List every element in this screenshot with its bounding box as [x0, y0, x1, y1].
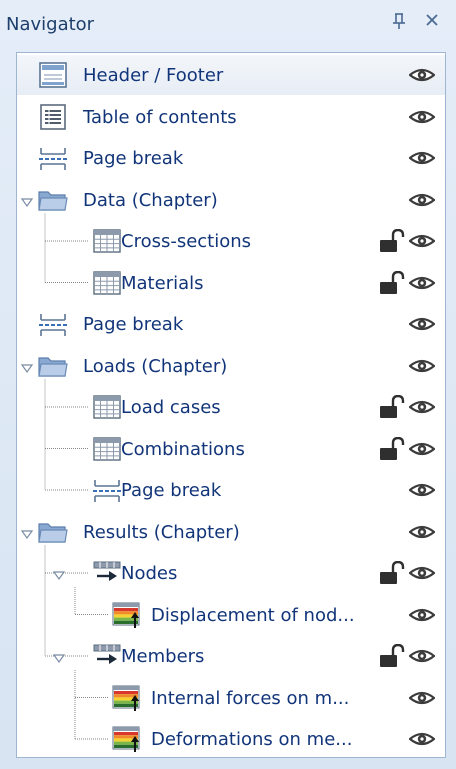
navigator-titlebar: Navigator [0, 0, 456, 48]
tree-item[interactable]: Header / Footer [17, 55, 445, 95]
chevron-down-icon[interactable] [20, 360, 34, 373]
pin-icon[interactable] [391, 12, 407, 35]
page-break-icon [91, 476, 123, 504]
tree-item[interactable]: Loads (Chapter) [17, 346, 445, 386]
eye-icon[interactable] [408, 107, 436, 127]
eye-icon[interactable] [408, 356, 436, 376]
chevron-down-icon[interactable] [20, 526, 34, 539]
tree-item-label: Internal forces on m... [151, 687, 350, 709]
eye-icon[interactable] [408, 729, 436, 749]
tree-item[interactable]: Table of contents [17, 97, 445, 137]
close-icon-graphic [426, 14, 438, 26]
eye-icon[interactable] [408, 563, 436, 583]
tree-item-label: Table of contents [83, 106, 237, 128]
tree-item[interactable]: Results (Chapter) [17, 512, 445, 552]
unlock-icon[interactable] [377, 560, 405, 585]
table-icon [91, 435, 123, 463]
tree-item-label: Members [121, 646, 205, 667]
color-results-icon [111, 601, 143, 629]
folder-icon [37, 186, 69, 214]
unlock-icon[interactable] [377, 436, 405, 461]
tree-item[interactable]: Page break [17, 304, 445, 344]
tree-item-label: Header / Footer [83, 65, 224, 86]
tree-item[interactable]: Page break [17, 138, 445, 178]
eye-icon[interactable] [408, 646, 436, 666]
unlock-icon[interactable] [377, 270, 405, 295]
eye-icon[interactable] [408, 439, 436, 459]
tree-item[interactable]: Materials [17, 263, 445, 303]
chevron-down-icon[interactable] [52, 650, 66, 664]
tree-item[interactable]: Cross-sections [17, 221, 445, 261]
tree-item-label: Load cases [121, 397, 221, 418]
pin-icon-graphic [393, 13, 405, 29]
panel-title: Navigator [6, 14, 95, 35]
chevron-down-icon[interactable] [20, 194, 34, 207]
unlock-icon[interactable] [377, 228, 405, 253]
tree-item-label: Page break [121, 480, 222, 501]
eye-icon[interactable] [408, 65, 436, 85]
tree-item[interactable]: Members [17, 636, 445, 676]
folder-icon [37, 518, 69, 546]
tree-item-label: Page break [83, 314, 184, 335]
folder-icon [37, 352, 69, 380]
eye-icon[interactable] [408, 605, 436, 625]
color-results-icon [111, 684, 143, 712]
eye-icon[interactable] [408, 190, 436, 210]
navigator-panel: Navigator Header / Footer Table of conten… [0, 0, 456, 769]
tree-item[interactable]: Nodes [17, 553, 445, 593]
tree-item-label: Deformations on me... [151, 729, 353, 750]
tree-item[interactable]: Combinations [17, 429, 445, 469]
results-table-icon [91, 559, 123, 587]
tree-item-label: Page break [83, 148, 184, 169]
tree-item-label: Results (Chapter) [83, 521, 240, 543]
tree-item-label: Data (Chapter) [83, 189, 218, 211]
tree-item-label: Combinations [121, 438, 245, 460]
eye-icon[interactable] [408, 273, 436, 293]
page-break-icon [37, 144, 69, 172]
close-icon[interactable] [424, 12, 440, 33]
tree-item[interactable]: Deformations on me... [17, 719, 445, 759]
eye-icon[interactable] [408, 397, 436, 417]
unlock-icon[interactable] [377, 643, 405, 668]
table-of-contents-icon [37, 103, 69, 131]
header-footer-icon [37, 61, 69, 89]
tree-item-label: Cross-sections [121, 231, 252, 252]
results-table-icon [91, 642, 123, 670]
table-icon [91, 269, 123, 297]
eye-icon[interactable] [408, 522, 436, 542]
tree-item-label: Displacement of nod... [151, 604, 355, 626]
unlock-icon[interactable] [377, 394, 405, 419]
tree-item-label: Materials [121, 272, 204, 294]
color-results-icon [111, 725, 143, 753]
tree-item[interactable]: Load cases [17, 387, 445, 427]
page-break-icon [37, 310, 69, 338]
table-icon [91, 227, 123, 255]
eye-icon[interactable] [408, 231, 436, 251]
eye-icon[interactable] [408, 480, 436, 500]
eye-icon[interactable] [408, 148, 436, 168]
eye-icon[interactable] [408, 314, 436, 334]
tree-item-label: Nodes [121, 563, 178, 584]
table-icon [91, 393, 123, 421]
tree-item[interactable]: Internal forces on m... [17, 678, 445, 718]
tree-item[interactable]: Page break [17, 470, 445, 510]
tree-item-label: Loads (Chapter) [83, 355, 228, 377]
eye-icon[interactable] [408, 688, 436, 708]
chevron-down-icon[interactable] [52, 567, 66, 581]
navigator-tree: Header / Footer Table of contents Page bre… [16, 52, 446, 758]
tree-item[interactable]: Displacement of nod... [17, 595, 445, 635]
tree-item[interactable]: Data (Chapter) [17, 180, 445, 220]
